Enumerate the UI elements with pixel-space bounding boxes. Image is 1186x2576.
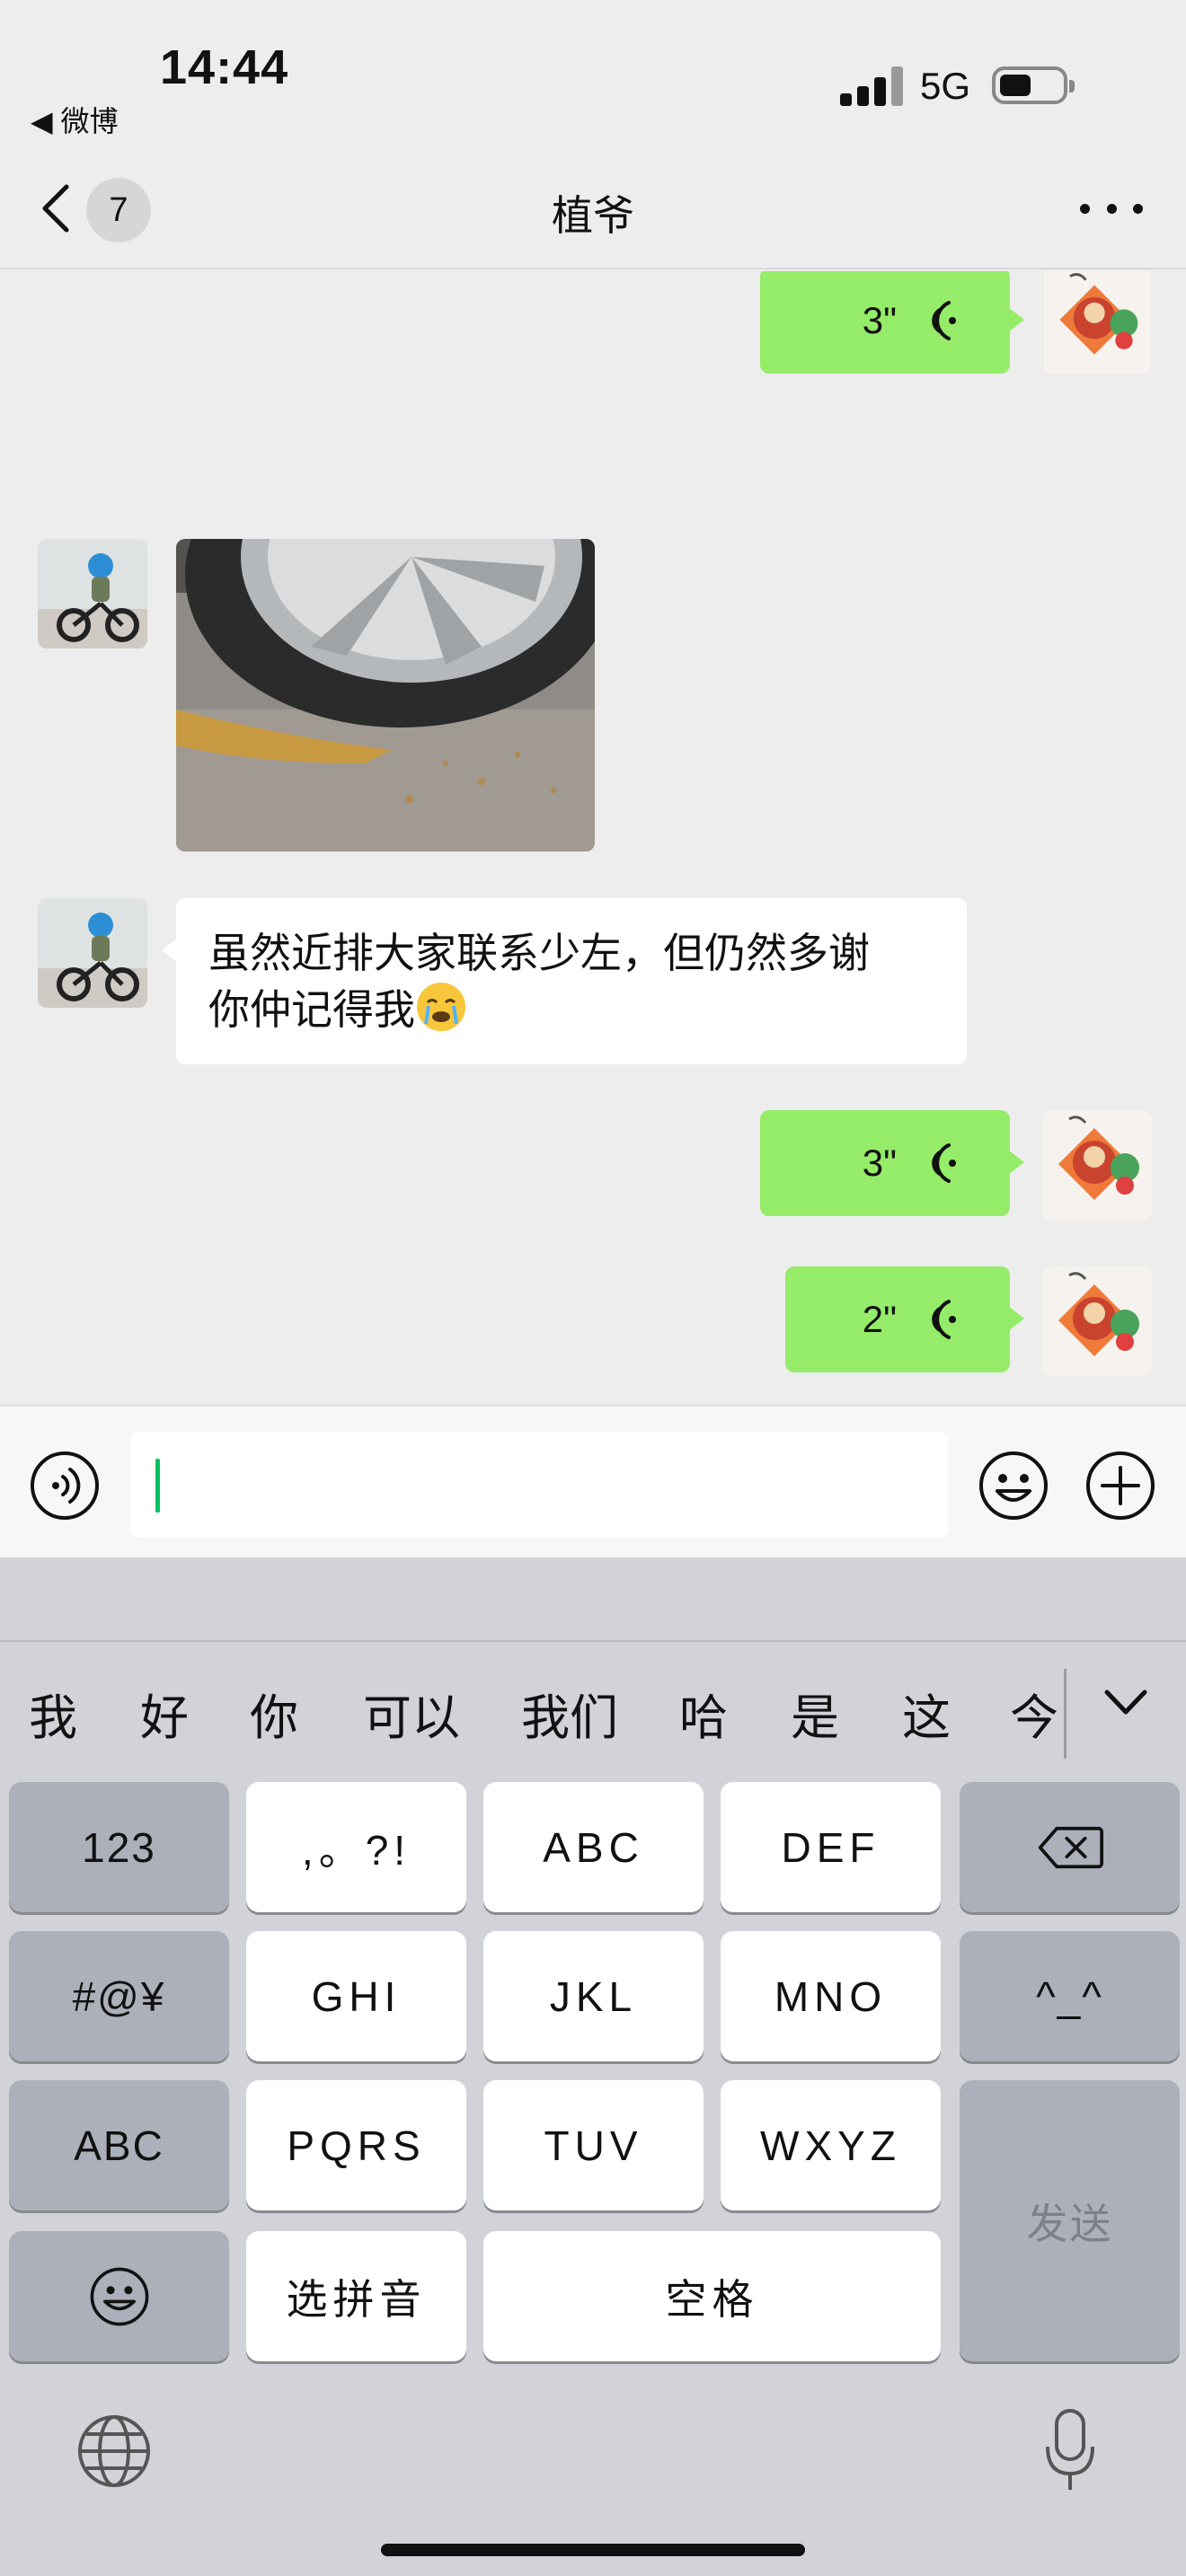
signal-icon [840,66,903,106]
send-key[interactable]: 发送 [960,2080,1180,2361]
emoji-key[interactable] [9,2231,229,2361]
mascot-avatar-image [1042,1110,1152,1220]
voice-message-bubble[interactable]: 2" [785,1266,1024,1372]
candidate-word[interactable]: 今 [1010,1678,1062,1749]
space-key[interactable]: 空格 [483,2231,941,2361]
key-tuv[interactable]: TUV [483,2080,704,2210]
message-text-line: 虽然近排大家联系少左，但仍然多谢 [208,930,870,976]
candidate-divider [1064,1669,1067,1759]
back-to-app-link[interactable]: ◀ 微博 [31,99,119,140]
emoji-picker-icon[interactable] [978,1450,1049,1522]
keyboard-bottom-bar [0,2378,1186,2576]
chat-title: 植爷 [552,192,634,239]
candidate-word[interactable]: 我们 [521,1678,618,1749]
voice-message-bubble[interactable]: 3" [760,271,1024,374]
voice-wave-icon [932,1143,956,1183]
mascot-avatar-image [1042,1266,1152,1376]
key-symbols[interactable]: #@¥ [9,1931,229,2061]
dot-icon [1080,203,1090,214]
status-bar: 14:44 ◀ 微博 5G [0,0,1186,144]
keyboard-top-strip [0,1557,1186,1642]
key-select-pinyin[interactable]: 选拼音 [246,2231,466,2361]
voice-message-bubble[interactable]: 3" [760,1110,1024,1216]
chat-header: 7 植爷 [0,144,1186,269]
candidate-word[interactable]: 是 [791,1678,839,1749]
my-avatar[interactable] [1042,1266,1152,1376]
mascot-avatar-image [1044,271,1150,374]
key-ghi[interactable]: GHI [246,1931,466,2061]
my-avatar[interactable] [1042,271,1152,374]
child-on-bike-avatar-image [38,539,147,648]
message-list[interactable]: 3" 虽然近排大家联系少左，但仍然多谢 你仲记得我 3" 2" [0,271,1186,1405]
backspace-icon [1038,1826,1103,1868]
ime-keyboard: 我 好 你 可以 我们 哈 是 这 今 123 ,。?! ABC DEF #@¥… [0,1557,1186,2576]
candidate-bar: 我 好 你 可以 我们 哈 是 这 今 [0,1642,1186,1768]
key-def[interactable]: DEF [721,1782,941,1912]
more-options-button[interactable] [1080,190,1143,226]
my-avatar[interactable] [1042,1110,1152,1220]
voice-input-toggle-icon[interactable] [29,1450,101,1522]
text-message-bubble[interactable]: 虽然近排大家联系少左，但仍然多谢 你仲记得我 [162,898,967,1064]
key-punctuation[interactable]: ,。?! [246,1782,466,1912]
microphone-icon[interactable] [1042,2407,1098,2493]
candidate-word[interactable]: 你 [250,1678,298,1749]
key-emoticon[interactable]: ^_^ [960,1931,1180,2061]
key-mno[interactable]: MNO [721,1931,941,2061]
voice-duration: 2" [862,1298,897,1340]
plus-more-icon[interactable] [1084,1450,1156,1522]
dot-icon [1133,203,1143,214]
voice-wave-icon [932,301,956,340]
network-type: 5G [920,65,971,107]
delete-key[interactable] [960,1782,1180,1912]
key-jkl[interactable]: JKL [483,1931,704,2061]
candidate-word[interactable]: 哈 [679,1678,728,1749]
message-text: 你仲记得我 [208,986,415,1033]
voice-duration: 3" [862,1142,897,1184]
message-text-input[interactable] [130,1432,948,1538]
key-wxyz[interactable]: WXYZ [721,2080,941,2210]
candidate-word[interactable]: 这 [902,1678,951,1749]
photo-message-tire[interactable] [176,539,595,851]
crying-face-emoji-icon [417,983,465,1031]
message-text-line: 你仲记得我 [208,981,934,1037]
voice-duration: 3" [862,299,897,341]
key-abc[interactable]: ABC [483,1782,704,1912]
text-caret [155,1459,160,1513]
child-on-bike-avatar-image [38,898,147,1008]
status-time: 14:44 [160,40,289,94]
voice-wave-icon [932,1300,956,1339]
key-pqrs[interactable]: PQRS [246,2080,466,2210]
contact-avatar[interactable] [38,898,147,1008]
dot-icon [1106,203,1117,214]
key-abc-switch[interactable]: ABC [9,2080,229,2210]
globe-icon[interactable] [75,2413,153,2490]
chevron-down-icon[interactable] [1102,1685,1150,1721]
smiley-icon [90,2267,148,2325]
battery-icon [992,66,1075,104]
flat-tire-photo [176,539,595,851]
candidate-word[interactable]: 我 [29,1678,77,1749]
message-input-bar [0,1405,1186,1557]
candidate-word[interactable]: 可以 [363,1678,460,1749]
contact-avatar[interactable] [38,539,147,648]
key-123[interactable]: 123 [9,1782,229,1912]
candidate-word[interactable]: 好 [140,1678,189,1749]
home-indicator [381,2544,805,2556]
